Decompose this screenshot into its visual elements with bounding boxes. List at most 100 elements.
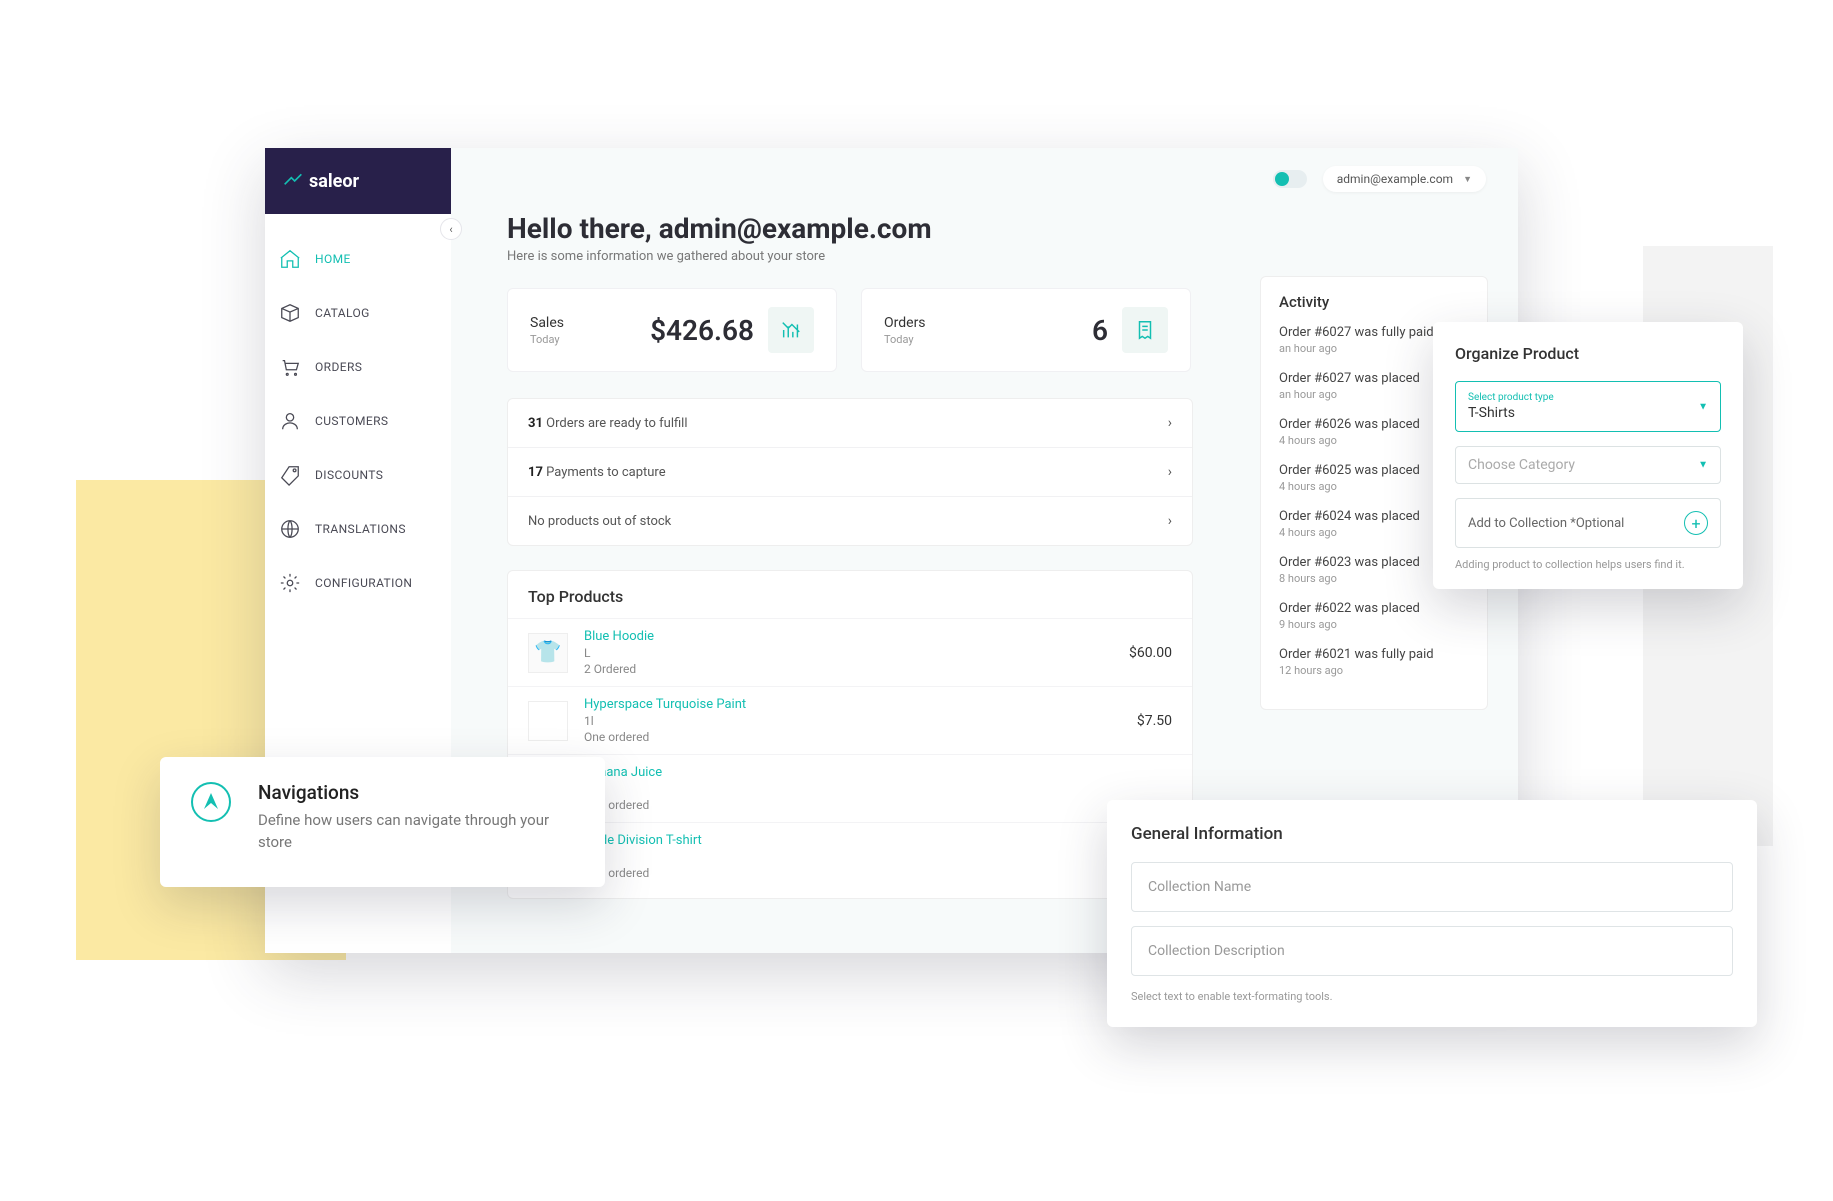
product-row[interactable]: Hyperspace Turquoise Paint 1l One ordere… [508,686,1192,754]
status-text: Payments to capture [543,465,666,480]
card-title: General Information [1131,824,1733,844]
add-button[interactable]: + [1684,511,1708,535]
gear-icon [279,572,301,594]
caret-down-icon: ▼ [1698,460,1708,471]
sidebar-item-configuration[interactable]: CONFIGURATION [265,556,451,610]
brand-logo: saleor [283,171,359,192]
card-title: Organize Product [1455,344,1721,363]
activity-item: Order #6022 was placed 9 hours ago [1279,601,1469,631]
product-row[interactable]: 👕 Blue Hoodie L 2 Ordered $60.00 [508,618,1192,686]
user-email: admin@example.com [1337,172,1453,186]
brand-bar: saleor [265,148,451,214]
product-row[interactable]: 👕 Code Division T-shirt M One ordered [508,822,1192,890]
caret-down-icon: ▼ [1698,401,1708,412]
status-row-fulfill[interactable]: 31 Orders are ready to fulfill › [508,399,1192,448]
status-text: Orders are ready to fulfill [543,416,688,431]
organize-product-card: Organize Product Select product type T-S… [1433,322,1743,589]
nav-list: HOME CATALOG ORDERS CUSTOMERS DISCOUNTS … [265,214,451,610]
chevron-right-icon: › [1168,513,1172,529]
navigations-promo-card[interactable]: Navigations Define how users can navigat… [160,757,605,887]
activity-time: 9 hours ago [1279,618,1469,631]
chart-icon [768,307,814,353]
select-placeholder: Choose Category [1468,457,1708,473]
status-count: 17 [528,465,543,480]
activity-text: Order #6021 was fully paid [1279,647,1469,662]
home-icon [279,248,301,270]
sidebar-item-label: TRANSLATIONS [315,522,406,536]
stat-card-sales[interactable]: Sales Today $426.68 [507,288,837,372]
stat-label: Orders [884,315,926,331]
section-title: Activity [1279,293,1469,311]
product-price: $7.50 [1137,713,1172,729]
select-value: T-Shirts [1468,405,1708,421]
product-ordered: 2 Ordered [584,662,654,676]
stat-sublabel: Today [530,333,564,346]
card-description: Define how users can navigate through yo… [258,810,575,854]
tag-icon [279,464,301,486]
theme-toggle[interactable] [1273,170,1307,188]
category-select[interactable]: Choose Category ▼ [1455,446,1721,484]
sidebar-item-customers[interactable]: CUSTOMERS [265,394,451,448]
box-icon [279,302,301,324]
card-title: Navigations [258,781,575,804]
compass-icon [190,781,232,823]
status-text: No products out of stock [528,514,671,529]
chevron-right-icon: › [1168,415,1172,431]
product-name: Hyperspace Turquoise Paint [584,697,746,712]
product-row[interactable]: Banana Juice 2l One ordered [508,754,1192,822]
top-products-card: Top Products 👕 Blue Hoodie L 2 Ordered $… [507,570,1193,899]
help-text: Select text to enable text-formating too… [1131,990,1733,1003]
status-count: 31 [528,416,543,431]
status-row-payments[interactable]: 17 Payments to capture › [508,448,1192,497]
collection-name-input[interactable]: Collection Name [1131,862,1733,912]
sidebar-item-home[interactable]: HOME [265,232,451,286]
status-row-stock[interactable]: No products out of stock › [508,497,1192,545]
select-label: Select product type [1468,392,1708,403]
product-ordered: One ordered [584,730,746,744]
page-title: Hello there, admin@example.com [507,212,1482,245]
user-icon [279,410,301,432]
activity-time: 12 hours ago [1279,664,1469,677]
sidebar-item-label: CATALOG [315,306,370,320]
user-menu[interactable]: admin@example.com ▼ [1323,166,1486,192]
stat-label: Sales [530,315,564,331]
field-label: Add to Collection *Optional [1468,516,1624,531]
sidebar-item-catalog[interactable]: CATALOG [265,286,451,340]
product-variant: 1l [584,714,746,728]
section-title: Top Products [508,571,1192,618]
product-name: Blue Hoodie [584,629,654,644]
sidebar-item-discounts[interactable]: DISCOUNTS [265,448,451,502]
help-text: Adding product to collection helps users… [1455,558,1721,571]
topbar: admin@example.com ▼ [1273,166,1486,192]
product-variant: L [584,646,654,660]
page-subtitle: Here is some information we gathered abo… [507,249,1482,264]
sidebar-item-label: CUSTOMERS [315,414,388,428]
sidebar-item-label: HOME [315,252,351,266]
activity-item: Order #6021 was fully paid 12 hours ago [1279,647,1469,677]
stat-card-orders[interactable]: Orders Today 6 [861,288,1191,372]
chevron-right-icon: › [1168,464,1172,480]
product-thumb: 👕 [528,633,568,673]
product-type-select[interactable]: Select product type T-Shirts ▼ [1455,381,1721,432]
sidebar-item-translations[interactable]: TRANSLATIONS [265,502,451,556]
saleor-logo-icon [283,173,303,189]
stat-sublabel: Today [884,333,926,346]
add-collection-field[interactable]: Add to Collection *Optional + [1455,498,1721,548]
sidebar-item-orders[interactable]: ORDERS [265,340,451,394]
sidebar-item-label: DISCOUNTS [315,468,383,482]
collection-description-input[interactable]: Collection Description [1131,926,1733,976]
cart-icon [279,356,301,378]
sidebar-item-label: CONFIGURATION [315,576,412,590]
status-list: 31 Orders are ready to fulfill › 17 Paym… [507,398,1193,546]
stat-value: 6 [1092,314,1108,347]
product-thumb [528,701,568,741]
caret-down-icon: ▼ [1463,174,1472,185]
general-information-card: General Information Collection Name Coll… [1107,800,1757,1027]
activity-text: Order #6022 was placed [1279,601,1469,616]
globe-icon [279,518,301,540]
receipt-icon [1122,307,1168,353]
product-price: $60.00 [1129,645,1172,661]
stat-value: $426.68 [650,314,754,347]
brand-name: saleor [309,171,359,192]
sidebar-item-label: ORDERS [315,360,362,374]
